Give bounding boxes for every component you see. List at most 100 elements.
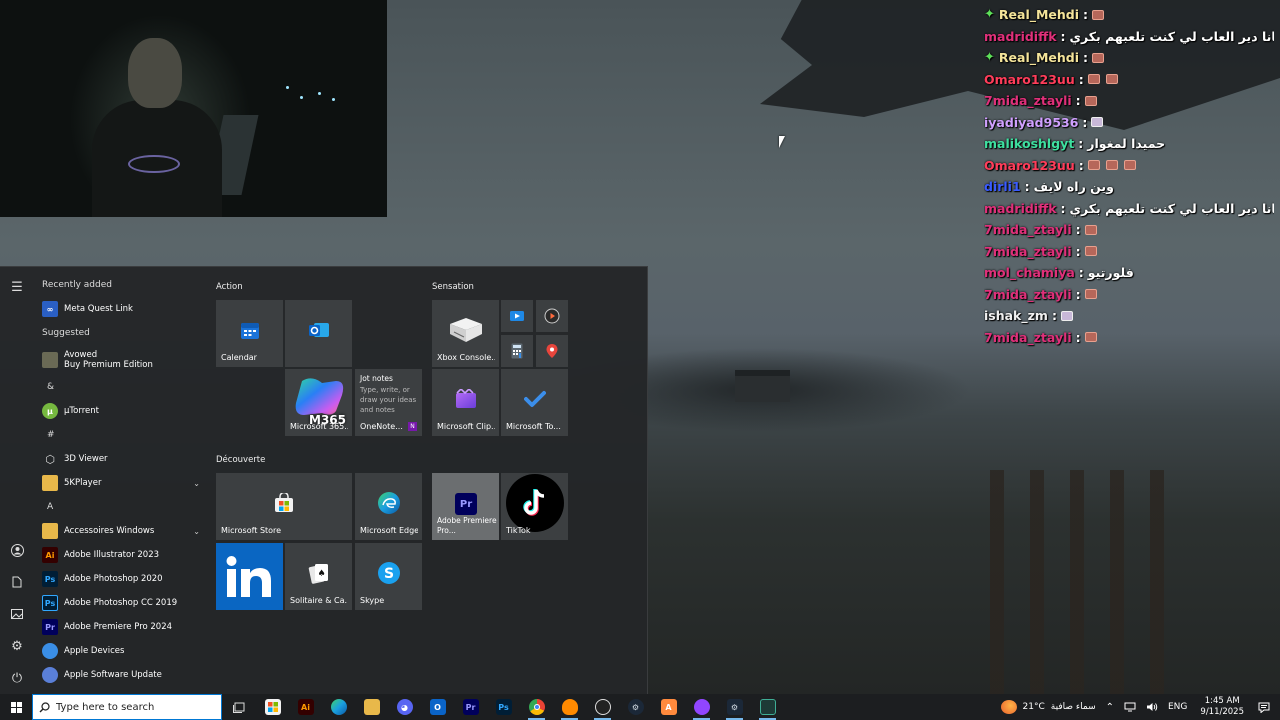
- chat-username[interactable]: madridiffk: [984, 198, 1057, 220]
- chat-username[interactable]: 7mida_ztayli: [984, 327, 1072, 349]
- app-meta-quest-link[interactable]: ∞ Meta Quest Link: [34, 297, 206, 321]
- chat-username[interactable]: Real_Mehdi: [999, 47, 1079, 69]
- tile-microsoft-365[interactable]: M365 Microsoft 365...: [285, 369, 352, 436]
- app-utorrent[interactable]: µ µTorrent: [34, 399, 206, 423]
- chat-username[interactable]: 7mida_ztayli: [984, 241, 1072, 263]
- tile-media-player[interactable]: [536, 300, 568, 332]
- language-indicator[interactable]: ENG: [1163, 702, 1192, 712]
- tile-microsoft-todo[interactable]: Microsoft To...: [501, 369, 568, 436]
- taskbar-obs[interactable]: [586, 694, 619, 720]
- taskbar-game-window[interactable]: [751, 694, 784, 720]
- app-photoshop-cc-2019[interactable]: Ps Adobe Photoshop CC 2019: [34, 591, 206, 615]
- group-title-sensation[interactable]: Sensation: [432, 282, 474, 292]
- group-title-action[interactable]: Action: [216, 282, 243, 292]
- taskbar-twitch-app[interactable]: [685, 694, 718, 720]
- hamburger-menu-icon[interactable]: ☰: [9, 279, 25, 295]
- tile-microsoft-edge[interactable]: Microsoft Edge: [355, 473, 422, 540]
- chat-username[interactable]: Omaro123uu: [984, 69, 1075, 91]
- tile-calendar[interactable]: Calendar: [216, 300, 283, 367]
- tile-linkedin[interactable]: [216, 543, 283, 610]
- chat-username[interactable]: dirli1: [984, 176, 1021, 198]
- chat-username[interactable]: ishak_zm: [984, 305, 1048, 327]
- notifications-button[interactable]: [1252, 702, 1280, 713]
- taskbar-photoshop[interactable]: Ps: [487, 694, 520, 720]
- app-5kplayer[interactable]: 5KPlayer ⌄: [34, 471, 206, 495]
- tile-clipchamp[interactable]: Microsoft Clip...: [432, 369, 499, 436]
- taskbar-steam[interactable]: ⚙: [619, 694, 652, 720]
- chat-username[interactable]: 7mida_ztayli: [984, 90, 1072, 112]
- user-account-icon[interactable]: [9, 542, 25, 558]
- tile-tiktok[interactable]: TikTok: [501, 473, 568, 540]
- app-avowed[interactable]: Avowed Buy Premium Edition: [34, 345, 206, 375]
- tile-skype[interactable]: S Skype: [355, 543, 422, 610]
- chevron-down-icon[interactable]: ⌄: [193, 479, 200, 488]
- letter-heading-amp[interactable]: &: [34, 375, 206, 399]
- chat-username[interactable]: Omaro123uu: [984, 155, 1075, 177]
- app-3d-viewer[interactable]: ⬡ 3D Viewer: [34, 447, 206, 471]
- tile-xbox-console[interactable]: Xbox Console...: [432, 300, 499, 367]
- taskbar-search-box[interactable]: [32, 694, 222, 720]
- chat-separator: :: [1083, 7, 1089, 22]
- chat-username[interactable]: 7mida_ztayli: [984, 219, 1072, 241]
- tray-chevron-up-icon[interactable]: ⌃: [1101, 702, 1119, 713]
- tile-solitaire[interactable]: ♠ Solitaire & Ca...: [285, 543, 352, 610]
- app-photoshop-2020[interactable]: Ps Adobe Photoshop 2020: [34, 567, 206, 591]
- tile-microsoft-store[interactable]: Microsoft Store: [216, 473, 352, 540]
- group-title-decouverte[interactable]: Découverte: [216, 455, 265, 465]
- chat-username[interactable]: Real_Mehdi: [999, 4, 1079, 26]
- power-icon[interactable]: ⏻: [9, 670, 25, 686]
- chat-separator: :: [1075, 222, 1081, 237]
- settings-gear-icon[interactable]: ⚙: [9, 638, 25, 654]
- chat-username[interactable]: madridiffk: [984, 26, 1057, 48]
- app-label: µTorrent: [64, 406, 99, 416]
- network-icon[interactable]: [1119, 702, 1141, 712]
- tile-outlook[interactable]: [285, 300, 352, 367]
- tile-movies-tv[interactable]: [501, 300, 533, 332]
- tile-onenote[interactable]: Jot notes Type, write, or draw your idea…: [355, 369, 422, 436]
- taskbar-premiere[interactable]: Pr: [454, 694, 487, 720]
- clock-date: 9/11/2025: [1200, 707, 1244, 717]
- letter-heading-a[interactable]: A: [34, 495, 206, 519]
- documents-icon[interactable]: [9, 574, 25, 590]
- outlook-icon: O: [429, 699, 446, 715]
- search-input[interactable]: [56, 701, 206, 713]
- folder-icon: [42, 523, 58, 539]
- taskbar-illustrator[interactable]: Ai: [289, 694, 322, 720]
- taskbar-file-explorer[interactable]: [355, 694, 388, 720]
- tile-premiere-pro[interactable]: Pr Adobe Premiere Pro...: [432, 473, 499, 540]
- app-apple-devices[interactable]: Apple Devices: [34, 639, 206, 663]
- photoshop-icon: Ps: [495, 699, 512, 715]
- folder-icon: [42, 475, 58, 491]
- taskbar-edge[interactable]: [322, 694, 355, 720]
- task-view-button[interactable]: [222, 694, 256, 720]
- taskbar-clock[interactable]: 1:45 AM 9/11/2025: [1192, 696, 1252, 718]
- taskbar-steam-running[interactable]: ⚙: [718, 694, 751, 720]
- app-apple-software-update[interactable]: Apple Software Update: [34, 663, 206, 687]
- volume-icon[interactable]: [1141, 702, 1163, 712]
- taskbar-chrome[interactable]: [520, 694, 553, 720]
- letter-heading-hash[interactable]: #: [34, 423, 206, 447]
- chat-message-text: فلورتيو: [1087, 265, 1134, 280]
- chat-username[interactable]: 7mida_ztayli: [984, 284, 1072, 306]
- edge-icon: [377, 491, 401, 515]
- chat-username[interactable]: iyadiyad9536: [984, 112, 1078, 134]
- taskbar-discord[interactable]: ◕: [388, 694, 421, 720]
- pictures-icon[interactable]: [9, 606, 25, 622]
- movies-tv-icon: [510, 311, 524, 321]
- taskbar-store[interactable]: [256, 694, 289, 720]
- webcam-shirt-logo: [128, 155, 180, 173]
- taskbar-artstation[interactable]: A: [652, 694, 685, 720]
- chat-message: 7mida_ztayli:: [984, 284, 1274, 306]
- chat-username[interactable]: malikoshlgyt: [984, 133, 1074, 155]
- app-illustrator[interactable]: Ai Adobe Illustrator 2023: [34, 543, 206, 567]
- taskbar-outlook[interactable]: O: [421, 694, 454, 720]
- tile-calculator[interactable]: [501, 335, 533, 367]
- taskbar-fl-studio[interactable]: [553, 694, 586, 720]
- start-button[interactable]: [0, 694, 32, 720]
- app-accessoires-windows[interactable]: Accessoires Windows ⌄: [34, 519, 206, 543]
- chat-username[interactable]: mol_chamiya: [984, 262, 1075, 284]
- weather-widget[interactable]: 21°C سماء صافية: [996, 700, 1101, 714]
- tile-maps[interactable]: [536, 335, 568, 367]
- chevron-down-icon[interactable]: ⌄: [193, 527, 200, 536]
- app-premiere-pro[interactable]: Pr Adobe Premiere Pro 2024: [34, 615, 206, 639]
